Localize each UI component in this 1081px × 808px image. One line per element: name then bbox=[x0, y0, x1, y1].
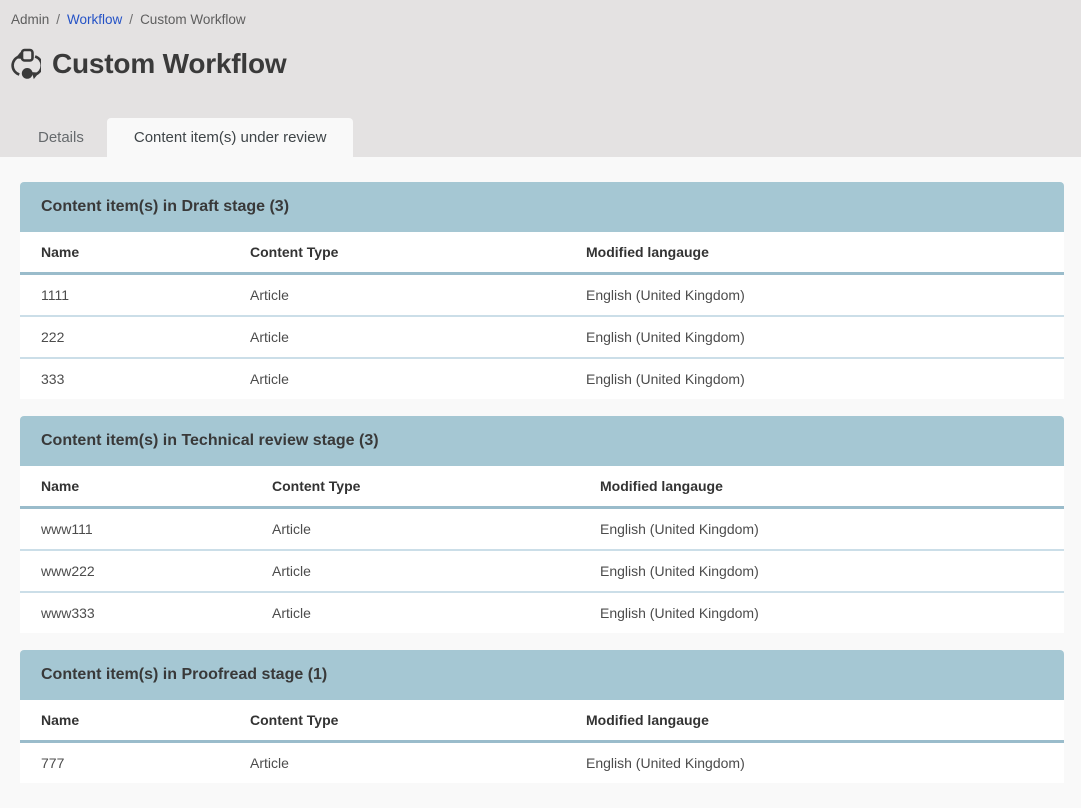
cell-modified-language: English (United Kingdom) bbox=[565, 274, 1064, 317]
cell-name: www333 bbox=[20, 592, 251, 633]
cell-name: 222 bbox=[20, 316, 229, 358]
cell-name: 333 bbox=[20, 358, 229, 399]
content-area: Content item(s) in Draft stage (3) Name … bbox=[0, 157, 1081, 808]
stage-section-title: Content item(s) in Proofread stage (1) bbox=[20, 650, 1064, 700]
table-header-row: Name Content Type Modified langauge bbox=[20, 232, 1064, 274]
breadcrumb-item-workflow[interactable]: Workflow bbox=[67, 12, 122, 27]
table-header-row: Name Content Type Modified langauge bbox=[20, 700, 1064, 742]
cell-content-type: Article bbox=[229, 742, 565, 784]
table-row: 1111 Article English (United Kingdom) bbox=[20, 274, 1064, 317]
title-row: Custom Workflow bbox=[10, 46, 1081, 82]
breadcrumb-separator: / bbox=[56, 12, 60, 27]
stage-section-title: Content item(s) in Technical review stag… bbox=[20, 416, 1064, 466]
cell-content-type: Article bbox=[229, 316, 565, 358]
cell-modified-language: English (United Kingdom) bbox=[579, 550, 1064, 592]
table-row: 777 Article English (United Kingdom) bbox=[20, 742, 1064, 784]
breadcrumb: Admin / Workflow / Custom Workflow bbox=[0, 0, 1081, 27]
table-header-row: Name Content Type Modified langauge bbox=[20, 466, 1064, 508]
breadcrumb-item-admin: Admin bbox=[11, 12, 49, 27]
column-header-content-type: Content Type bbox=[229, 232, 565, 274]
cell-name: 1111 bbox=[20, 274, 229, 317]
table-row: 222 Article English (United Kingdom) bbox=[20, 316, 1064, 358]
page-title: Custom Workflow bbox=[52, 48, 286, 80]
cell-content-type: Article bbox=[229, 358, 565, 399]
workflow-icon bbox=[10, 46, 42, 82]
table-row: www333 Article English (United Kingdom) bbox=[20, 592, 1064, 633]
cell-modified-language: English (United Kingdom) bbox=[565, 742, 1064, 784]
cell-content-type: Article bbox=[251, 508, 579, 551]
column-header-content-type: Content Type bbox=[229, 700, 565, 742]
page-header: Admin / Workflow / Custom Workflow Custom Wo… bbox=[0, 0, 1081, 157]
cell-name: 777 bbox=[20, 742, 229, 784]
column-header-name: Name bbox=[20, 700, 229, 742]
column-header-content-type: Content Type bbox=[251, 466, 579, 508]
stage-section-title: Content item(s) in Draft stage (3) bbox=[20, 182, 1064, 232]
tab-details[interactable]: Details bbox=[15, 118, 107, 157]
table-row: 333 Article English (United Kingdom) bbox=[20, 358, 1064, 399]
cell-content-type: Article bbox=[251, 550, 579, 592]
cell-name: www111 bbox=[20, 508, 251, 551]
cell-modified-language: English (United Kingdom) bbox=[579, 592, 1064, 633]
content-items-table: Name Content Type Modified langauge www1… bbox=[20, 466, 1064, 633]
content-items-table: Name Content Type Modified langauge 777 … bbox=[20, 700, 1064, 783]
breadcrumb-item-current: Custom Workflow bbox=[140, 12, 246, 27]
stage-section: Content item(s) in Draft stage (3) Name … bbox=[20, 182, 1064, 399]
tab-content-items-under-review[interactable]: Content item(s) under review bbox=[107, 118, 354, 157]
table-row: www222 Article English (United Kingdom) bbox=[20, 550, 1064, 592]
column-header-modified-language: Modified langauge bbox=[565, 700, 1064, 742]
breadcrumb-separator: / bbox=[129, 12, 133, 27]
column-header-name: Name bbox=[20, 466, 251, 508]
column-header-name: Name bbox=[20, 232, 229, 274]
cell-modified-language: English (United Kingdom) bbox=[565, 358, 1064, 399]
column-header-modified-language: Modified langauge bbox=[579, 466, 1064, 508]
cell-content-type: Article bbox=[251, 592, 579, 633]
column-header-modified-language: Modified langauge bbox=[565, 232, 1064, 274]
content-items-table: Name Content Type Modified langauge 1111… bbox=[20, 232, 1064, 399]
cell-modified-language: English (United Kingdom) bbox=[565, 316, 1064, 358]
cell-name: www222 bbox=[20, 550, 251, 592]
stage-section: Content item(s) in Technical review stag… bbox=[20, 416, 1064, 633]
tab-bar: Details Content item(s) under review bbox=[15, 118, 353, 157]
table-row: www111 Article English (United Kingdom) bbox=[20, 508, 1064, 551]
cell-modified-language: English (United Kingdom) bbox=[579, 508, 1064, 551]
cell-content-type: Article bbox=[229, 274, 565, 317]
stage-section: Content item(s) in Proofread stage (1) N… bbox=[20, 650, 1064, 783]
